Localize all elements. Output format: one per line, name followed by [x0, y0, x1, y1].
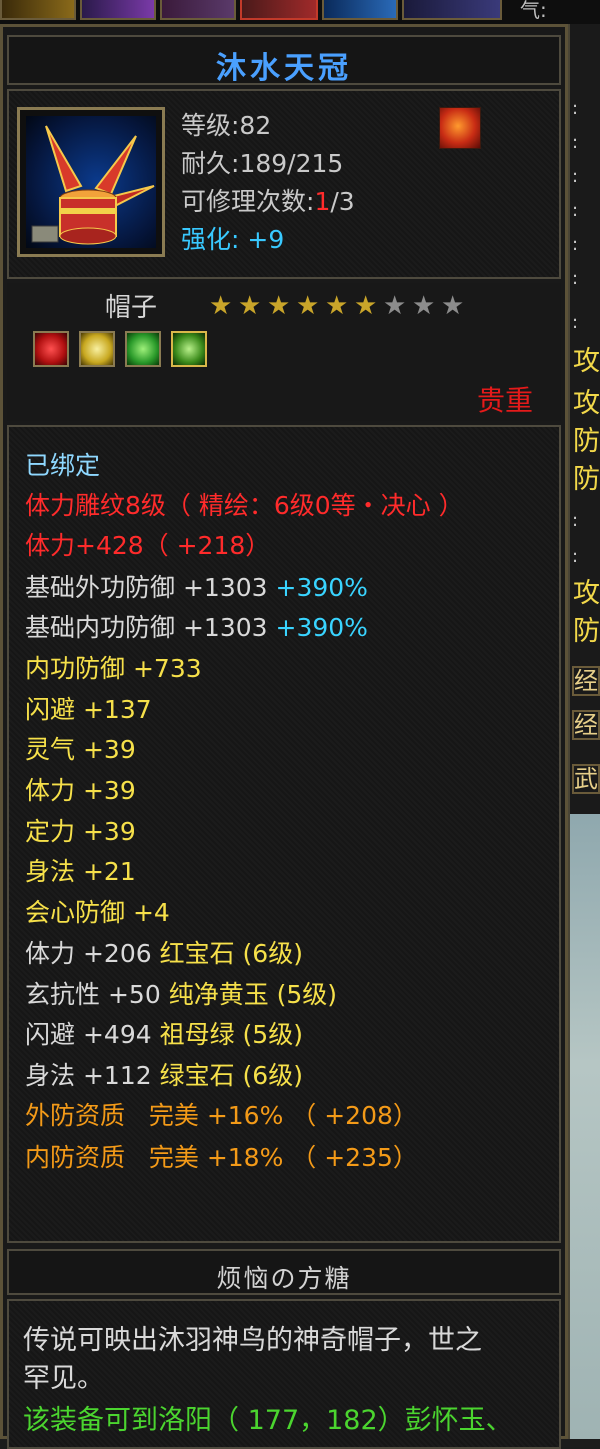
quality-row: 外防资质 完美 +16% （ +208）: [25, 1101, 418, 1130]
inventory-slot-blade[interactable]: [322, 0, 398, 20]
attribute-row: 基础外功防御 +1303 +390%: [25, 573, 368, 602]
stat-colon: :: [572, 546, 579, 567]
item-title-bar: 沐水天冠: [7, 35, 561, 86]
maker-bar: 烦恼の方糖: [7, 1249, 561, 1295]
qi-label: 气:: [520, 0, 547, 22]
hat-icon: [26, 116, 156, 248]
stat-colon: :: [572, 132, 579, 153]
stat-attack-label: 攻: [573, 578, 600, 609]
gem-attribute-row: 体力 +206 红宝石 (6级): [25, 939, 303, 968]
attribute-row: 灵气 +39: [25, 735, 136, 764]
star-filled-icon: ★: [238, 291, 262, 321]
repair-used: 1: [314, 187, 331, 216]
description-line: 罕见。: [23, 1363, 104, 1394]
star-filled-icon: ★: [296, 291, 320, 321]
star-empty-icon: ★: [412, 291, 436, 321]
inventory-tab-strip: 气:: [0, 0, 600, 24]
attribute-row: 身法 +21: [25, 857, 136, 886]
attribute-row: 定力 +39: [25, 817, 136, 846]
experience-button[interactable]: 经: [572, 666, 600, 696]
attribute-row: 闪避 +137: [25, 695, 152, 724]
stat-defense-label: 防: [573, 426, 600, 457]
bind-status: 已绑定: [25, 451, 101, 480]
gem-attribute-row: 闪避 +494 祖母绿 (5级): [25, 1020, 303, 1049]
stat-defense-label: 防: [573, 464, 600, 495]
green-gem-icon: [171, 331, 207, 367]
repair-total: /3: [330, 187, 355, 216]
inventory-slot-weapon[interactable]: [0, 0, 76, 20]
repair-label: 可修理次数:: [181, 187, 315, 216]
stat-colon: :: [572, 98, 579, 119]
item-type: 帽子: [105, 293, 158, 323]
attribute-row: 体力 +39: [25, 776, 136, 805]
rarity-label: 贵重: [476, 384, 533, 417]
star-filled-icon: ★: [354, 291, 378, 321]
quality-row: 内防资质 完美 +18% （ +235）: [25, 1143, 418, 1172]
attribute-row: 基础内功防御 +1303 +390%: [25, 613, 368, 642]
ruby-gem-icon: [33, 331, 69, 367]
star-empty-icon: ★: [441, 291, 465, 321]
inventory-slot-mount[interactable]: [402, 0, 502, 20]
engrave-line: 体力雕纹8级（ 精绘：6级0等・决心 ）: [25, 491, 464, 520]
enhance-label: 强化:: [181, 225, 240, 254]
durability-value: 189/215: [239, 149, 344, 178]
stamina-engrave-line: 体力+428（ +218）: [25, 531, 271, 560]
background-character-panel: : : : : : : : 攻 攻 防 防 : : 攻 防 经 经 武: [568, 24, 600, 1439]
yellow-jade-gem-icon: [79, 331, 115, 367]
item-enhance: 强化: +9: [181, 225, 284, 255]
inventory-slot-staff[interactable]: [80, 0, 156, 20]
item-durability: 耐久:189/215: [181, 149, 343, 179]
experience-button[interactable]: 经: [572, 710, 600, 740]
emerald-gem-icon: [125, 331, 161, 367]
item-header: 等级:82 耐久:189/215 可修理次数:1/3 强化: +9: [7, 89, 561, 279]
background-scenery: [570, 814, 600, 1439]
item-type-section: 帽子 ★ ★ ★ ★ ★ ★ ★ ★ ★ 贵重: [7, 283, 561, 421]
star-empty-icon: ★: [383, 291, 407, 321]
stat-attack-label: 攻: [573, 388, 600, 419]
attribute-row: 会心防御 +4: [25, 898, 170, 927]
attribute-list: 已绑定 体力雕纹8级（ 精绘：6级0等・决心 ） 体力+428（ +218） 基…: [7, 425, 561, 1243]
stat-defense-label: 防: [573, 616, 600, 647]
stat-colon: :: [572, 312, 579, 333]
description-line: 传说可映出沐羽神鸟的神奇帽子，世之: [23, 1325, 482, 1356]
stat-colon: :: [572, 166, 579, 187]
item-tooltip: 沐水天冠 等级:82 耐久:189/215 可修理次数:1/3 强化: +9 帽…: [0, 24, 568, 1449]
enhance-value: +9: [247, 225, 285, 254]
item-repair-count: 可修理次数:1/3: [181, 187, 355, 217]
star-filled-icon: ★: [209, 291, 233, 321]
item-name: 沐水天冠: [216, 51, 352, 86]
attribute-row: 内功防御 +733: [25, 654, 202, 683]
star-filled-icon: ★: [267, 291, 291, 321]
item-description: 传说可映出沐羽神鸟的神奇帽子，世之 罕见。 该装备可到洛阳（ 177，182）彭…: [7, 1299, 561, 1449]
stat-attack-label: 攻: [573, 346, 600, 377]
gem-attribute-row: 身法 +112 绿宝石 (6级): [25, 1061, 303, 1090]
stat-colon: :: [572, 200, 579, 221]
gem-attribute-row: 玄抗性 +50 纯净黄玉 (5级): [25, 980, 338, 1009]
description-location-line: 该装备可到洛阳（ 177，182）彭怀玉、: [23, 1405, 513, 1436]
maker-name: 烦恼の方糖: [216, 1264, 352, 1293]
stat-colon: :: [572, 510, 579, 531]
item-level: 等级:82: [181, 111, 272, 140]
martial-tab[interactable]: 武: [572, 764, 600, 794]
inventory-slot-armor[interactable]: [160, 0, 236, 20]
durability-label: 耐久:: [181, 149, 240, 178]
inventory-slot-selected[interactable]: [240, 0, 318, 20]
stat-colon: :: [572, 268, 579, 289]
stat-colon: :: [572, 234, 579, 255]
star-filled-icon: ★: [325, 291, 349, 321]
item-icon-frame: [17, 107, 165, 257]
flame-bird-icon: [439, 107, 481, 149]
